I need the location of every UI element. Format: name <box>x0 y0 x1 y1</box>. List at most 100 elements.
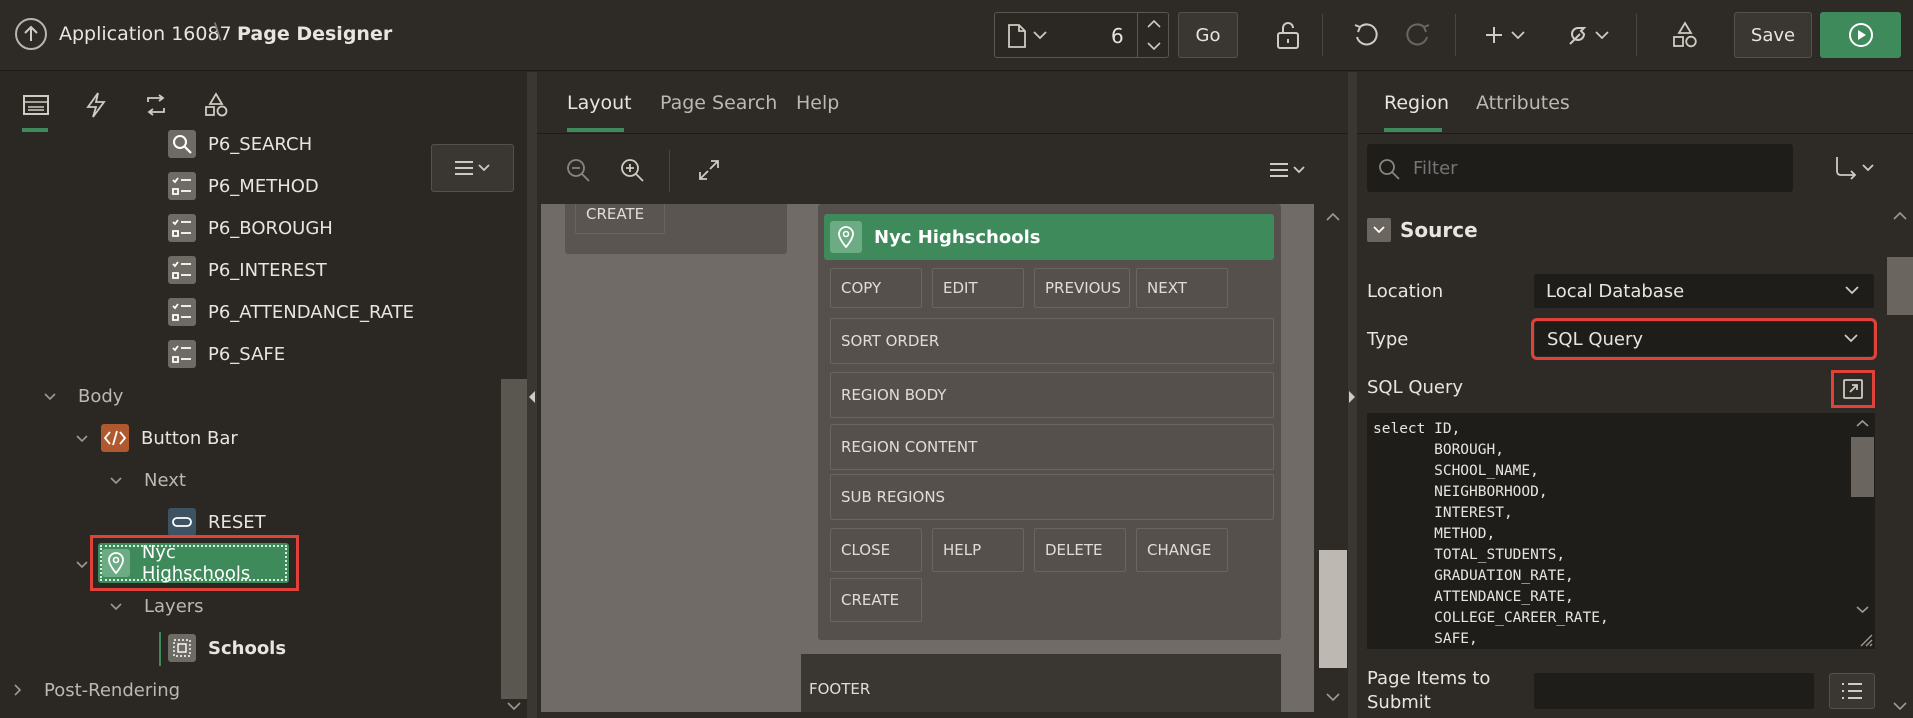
footer-label: FOOTER <box>809 680 871 698</box>
expand-icon[interactable] <box>694 155 724 185</box>
help-placeholder[interactable]: HELP <box>932 528 1024 572</box>
unlock-icon[interactable] <box>1270 16 1306 54</box>
resize-handle-icon[interactable] <box>1857 631 1873 647</box>
dynamic-actions-tab-icon[interactable] <box>76 85 116 125</box>
tree-group-next[interactable]: Next <box>144 462 186 498</box>
checklist-item-icon <box>168 214 196 242</box>
collapse-left-icon[interactable] <box>528 390 536 404</box>
utilities-wrench-icon[interactable] <box>1562 16 1614 54</box>
undo-icon[interactable] <box>1348 16 1384 54</box>
processing-tab-icon[interactable] <box>136 85 176 125</box>
layout-menu-icon[interactable] <box>1265 156 1311 184</box>
create-menu-plus-icon[interactable] <box>1480 16 1530 54</box>
tree-menu-button[interactable] <box>431 144 514 192</box>
tree-item-p6-search[interactable]: P6_SEARCH <box>168 126 312 162</box>
chevron-down-icon[interactable] <box>74 557 90 573</box>
section-title: Source <box>1400 218 1478 242</box>
tree-item-label: Nyc Highschools <box>141 542 251 584</box>
code-editor-expand-button[interactable] <box>1831 370 1875 408</box>
tab-page-search[interactable]: Page Search <box>660 92 777 114</box>
filter-text[interactable] <box>1413 154 1773 182</box>
sql-editor-scrollbar[interactable] <box>1850 413 1875 649</box>
tree-item-p6-interest[interactable]: P6_INTEREST <box>168 252 327 288</box>
save-button[interactable]: Save <box>1734 12 1812 58</box>
type-label: Type <box>1367 329 1409 350</box>
delete-placeholder[interactable]: DELETE <box>1034 528 1126 572</box>
collapse-right-icon[interactable] <box>1348 390 1356 404</box>
chevron-down-icon[interactable] <box>42 389 58 405</box>
open-editor-icon <box>1843 379 1863 399</box>
type-value: SQL Query <box>1547 328 1644 350</box>
redo-icon[interactable] <box>1400 16 1436 54</box>
tree-item-p6-safe[interactable]: P6_SAFE <box>168 336 285 372</box>
previous-placeholder[interactable]: PREVIOUS <box>1034 268 1130 308</box>
tree-item-schools[interactable]: Schools <box>168 630 286 666</box>
tab-layout[interactable]: Layout <box>567 92 632 114</box>
up-arrow-icon[interactable] <box>15 18 47 50</box>
zoom-in-icon[interactable] <box>617 155 647 185</box>
tab-help[interactable]: Help <box>796 92 839 114</box>
footer-region[interactable]: FOOTER <box>801 654 1281 712</box>
region-title: Nyc Highschools <box>874 226 1041 248</box>
page-number-input[interactable]: 6 <box>1111 24 1124 48</box>
layout-canvas[interactable]: CREATE Nyc Highschools COPY EDIT PREVIOU… <box>541 204 1314 712</box>
tree-group-layers[interactable]: Layers <box>144 588 204 624</box>
region-body-placeholder[interactable]: REGION BODY <box>830 372 1274 418</box>
create-placeholder[interactable]: CREATE <box>830 578 922 622</box>
tree-item-p6-attendance-rate[interactable]: P6_ATTENDANCE_RATE <box>168 294 414 330</box>
type-select[interactable]: SQL Query <box>1531 318 1877 360</box>
next-placeholder[interactable]: NEXT <box>1136 268 1228 308</box>
page-icon <box>1007 24 1027 48</box>
copy-placeholder[interactable]: COPY <box>830 268 922 308</box>
tree-group-body[interactable]: Body <box>78 378 123 414</box>
region-title-bar[interactable]: Nyc Highschools <box>824 214 1274 260</box>
location-select[interactable]: Local Database <box>1534 274 1874 308</box>
filter-input[interactable] <box>1367 144 1793 192</box>
page-items-picker-button[interactable] <box>1829 673 1875 709</box>
map-pin-icon <box>102 549 130 577</box>
checklist-item-icon <box>168 256 196 284</box>
chevron-down-icon[interactable] <box>108 599 124 615</box>
section-collapse-toggle[interactable] <box>1367 218 1391 242</box>
go-to-group-icon[interactable] <box>1830 152 1880 184</box>
application-link[interactable]: Application 16087 <box>59 23 232 45</box>
rendering-tab-icon[interactable] <box>16 85 56 125</box>
close-placeholder[interactable]: CLOSE <box>830 528 922 572</box>
go-button[interactable]: Go <box>1178 12 1238 58</box>
canvas-scrollbar[interactable] <box>1318 204 1348 712</box>
create-button-placeholder[interactable]: CREATE <box>575 204 665 234</box>
play-icon <box>1848 23 1873 47</box>
tree-group-post-rendering[interactable]: Post-Rendering <box>44 672 180 708</box>
menu-icon <box>454 161 490 175</box>
zoom-out-icon[interactable] <box>563 155 593 185</box>
tree-item-p6-borough[interactable]: P6_BOROUGH <box>168 210 333 246</box>
region-content-placeholder[interactable]: REGION CONTENT <box>830 424 1274 470</box>
properties-scrollbar[interactable] <box>1887 205 1913 718</box>
sub-regions-placeholder[interactable]: SUB REGIONS <box>830 474 1274 520</box>
chevron-down-icon[interactable] <box>74 431 90 447</box>
shared-components-icon[interactable] <box>1668 16 1702 54</box>
edit-placeholder[interactable]: EDIT <box>932 268 1024 308</box>
chevron-down-icon <box>1844 334 1858 343</box>
tab-region[interactable]: Region <box>1384 92 1449 114</box>
tree-item-p6-method[interactable]: P6_METHOD <box>168 168 319 204</box>
chevron-down-icon <box>1845 286 1859 295</box>
tree-item-nyc-highschools[interactable]: Nyc Highschools <box>98 542 289 584</box>
tab-attributes[interactable]: Attributes <box>1476 92 1570 114</box>
nyc-highschools-region[interactable]: Nyc Highschools COPY EDIT PREVIOUS NEXT … <box>818 204 1281 640</box>
sql-query-editor[interactable]: select ID, BOROUGH, SCHOOL_NAME, NEIGHBO… <box>1367 413 1875 649</box>
run-page-button[interactable] <box>1820 12 1901 58</box>
tree-item-button-bar[interactable]: Button Bar <box>101 420 238 456</box>
chevron-down-icon[interactable] <box>108 473 124 489</box>
page-stepper[interactable] <box>1137 13 1169 57</box>
tree-item-label: P6_SEARCH <box>208 133 313 155</box>
layer-icon <box>168 634 196 662</box>
tree-item-label: P6_SAFE <box>208 343 286 365</box>
left-scrollbar[interactable] <box>501 205 527 718</box>
shared-components-tab-icon[interactable] <box>196 85 236 125</box>
chevron-right-icon[interactable] <box>10 682 26 698</box>
page-selector[interactable]: 6 <box>994 12 1169 58</box>
sort-order-placeholder[interactable]: SORT ORDER <box>830 318 1274 364</box>
page-items-input[interactable] <box>1534 673 1814 709</box>
change-placeholder[interactable]: CHANGE <box>1136 528 1228 572</box>
